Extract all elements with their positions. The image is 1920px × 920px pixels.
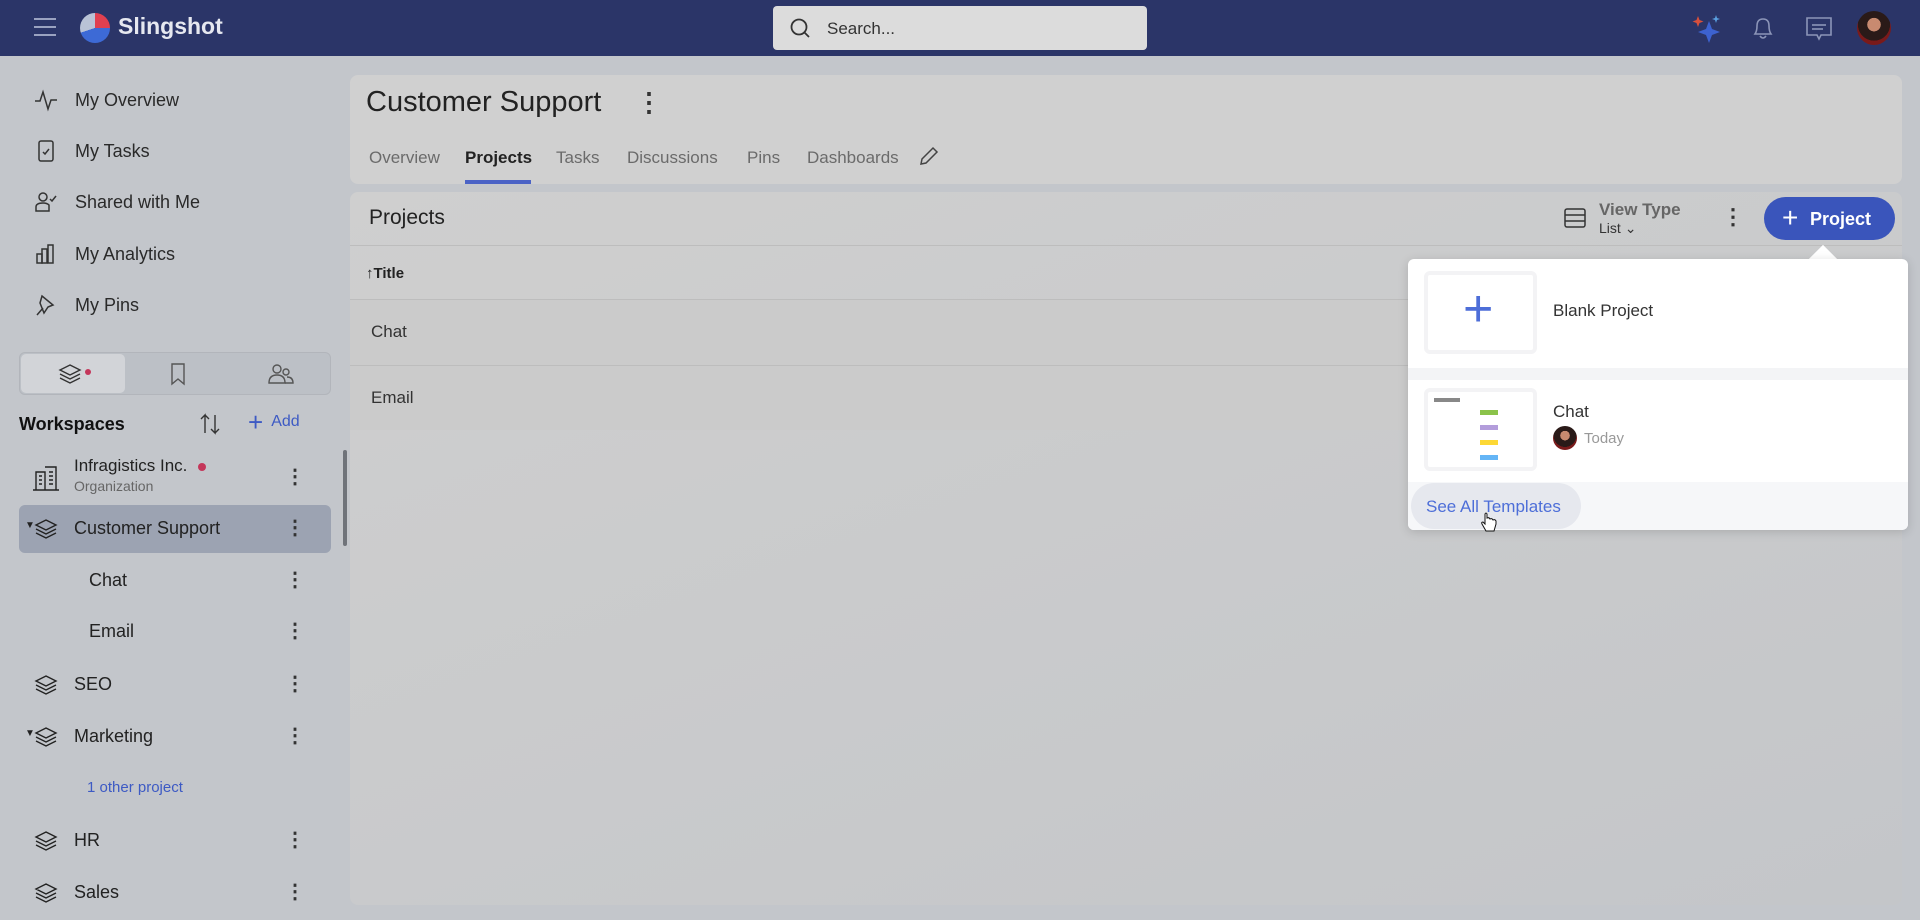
layers-icon	[34, 831, 58, 851]
workspace-seo[interactable]: SEO ⋮	[19, 661, 331, 707]
tab-projects[interactable]: Projects	[465, 148, 532, 168]
plus-icon: +	[1782, 202, 1799, 233]
nav-my-pins[interactable]: My Pins	[34, 293, 139, 317]
more-icon[interactable]: ⋮	[285, 464, 305, 489]
sidebar-scrollbar[interactable]	[343, 450, 347, 546]
slingshot-logo	[80, 13, 110, 43]
search-placeholder: Search...	[827, 19, 896, 38]
template-thumbnail	[1424, 388, 1537, 471]
active-tab-indicator	[465, 180, 531, 184]
bell-icon[interactable]	[1750, 15, 1776, 41]
activity-icon	[35, 89, 57, 112]
layers-icon	[34, 675, 58, 695]
tab-pins[interactable]: Pins	[747, 148, 780, 168]
chevron-down-icon: ⌄	[1624, 220, 1637, 236]
new-project-menu: + Blank Project Chat Today See All Templ…	[1408, 259, 1908, 530]
more-icon[interactable]: ⋮	[285, 515, 305, 540]
nav-shared-with-me[interactable]: Shared with Me	[34, 190, 200, 214]
more-icon[interactable]: ⋮	[285, 618, 305, 643]
hand-cursor-icon	[1481, 512, 1497, 532]
edit-icon[interactable]	[918, 145, 940, 167]
page-more-icon[interactable]: ⋮	[636, 87, 662, 118]
list-view-icon	[1564, 208, 1586, 228]
menu-divider	[1408, 368, 1908, 380]
more-icon[interactable]: ⋮	[285, 671, 305, 696]
workspace-customer-support[interactable]: ▼ Customer Support ⋮	[19, 505, 331, 553]
layers-icon	[34, 883, 58, 903]
more-icon[interactable]: ⋮	[285, 879, 305, 904]
bookmark-icon[interactable]	[168, 362, 188, 386]
view-type-selector[interactable]: View Type List ⌄	[1599, 200, 1681, 237]
messages-icon[interactable]	[1805, 16, 1833, 42]
project-chat[interactable]: Chat ⋮	[19, 557, 331, 603]
nav-my-overview[interactable]: My Overview	[34, 88, 179, 112]
column-title[interactable]: ↑Title	[366, 265, 404, 282]
projects-more-icon[interactable]: ⋮	[1722, 204, 1744, 230]
menu-icon[interactable]	[34, 18, 56, 36]
nav-my-tasks[interactable]: My Tasks	[34, 139, 150, 163]
plus-icon: +	[248, 407, 264, 437]
add-workspace-button[interactable]: + Add	[248, 407, 300, 437]
tab-tasks[interactable]: Tasks	[556, 148, 599, 168]
sidebar-view-switcher	[19, 352, 331, 395]
menu-item-blank-project[interactable]: + Blank Project	[1408, 259, 1908, 368]
search-input[interactable]: Search...	[773, 6, 1147, 50]
more-icon[interactable]: ⋮	[285, 723, 305, 748]
building-icon	[33, 466, 59, 491]
project-email[interactable]: Email ⋮	[19, 608, 331, 654]
more-icon[interactable]: ⋮	[285, 567, 305, 592]
users-icon[interactable]	[268, 362, 294, 386]
layers-icon	[34, 727, 58, 747]
avatar[interactable]	[1857, 11, 1891, 45]
layers-icon	[34, 519, 58, 539]
menu-item-template-chat[interactable]: Chat Today	[1408, 380, 1908, 482]
more-icon[interactable]: ⋮	[285, 827, 305, 852]
sort-icon[interactable]	[198, 412, 222, 436]
clipboard-check-icon	[38, 140, 54, 162]
workspace-marketing[interactable]: ▼ Marketing ⋮	[19, 713, 331, 759]
tab-dashboards[interactable]: Dashboards	[807, 148, 899, 168]
notification-dot	[198, 462, 207, 471]
pin-icon	[36, 294, 55, 316]
user-check-icon	[35, 192, 57, 212]
projects-heading: Projects	[369, 206, 445, 229]
author-avatar	[1553, 426, 1577, 450]
page-title: Customer Support	[366, 86, 602, 118]
workspace-infragistics[interactable]: Infragistics Inc. Organization ⋮	[19, 454, 331, 500]
plus-icon: +	[1463, 280, 1494, 338]
other-projects-link[interactable]: 1 other project	[87, 779, 183, 796]
app-name: Slingshot	[118, 13, 223, 39]
sort-asc-icon: ↑	[366, 265, 374, 282]
tab-overview[interactable]: Overview	[369, 148, 440, 168]
sparkle-icon[interactable]	[1692, 13, 1722, 43]
workspace-hr[interactable]: HR ⋮	[19, 817, 331, 863]
layers-icon	[58, 364, 91, 384]
nav-my-analytics[interactable]: My Analytics	[34, 242, 175, 266]
search-icon	[790, 18, 810, 38]
new-project-button[interactable]: + Project	[1764, 197, 1895, 240]
workspace-sales[interactable]: Sales ⋮	[19, 869, 331, 915]
workspaces-heading: Workspaces	[19, 414, 125, 434]
bar-chart-icon	[36, 244, 54, 264]
tab-discussions[interactable]: Discussions	[627, 148, 718, 168]
